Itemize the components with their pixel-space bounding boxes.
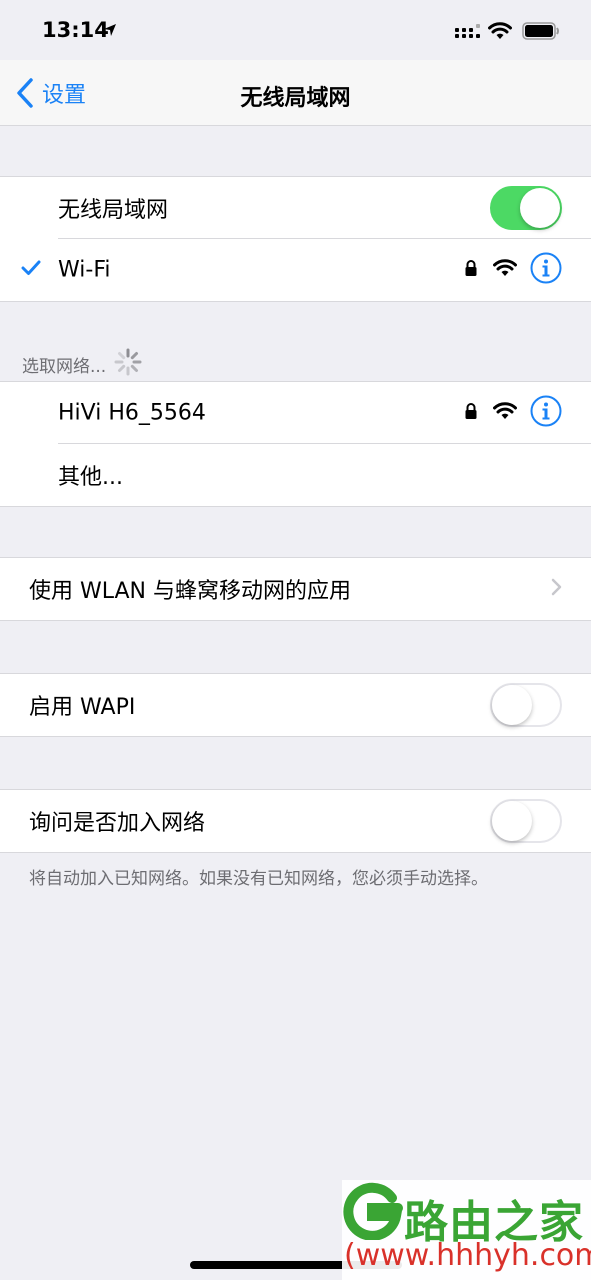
wapi-label: 启用 WAPI [29,695,136,720]
toggle-knob [492,801,532,841]
ask-join-row: 询问是否加入网络 [0,790,591,852]
cellular-signal-icon [455,24,481,44]
location-arrow-icon [103,22,117,41]
wapi-row: 启用 WAPI [0,674,591,736]
chevron-right-icon [551,578,562,600]
spinner-icon [114,348,142,381]
battery-icon [522,22,560,44]
connected-network-name: Wi-Fi [58,257,111,283]
wlan-toggle-row: 无线局域网 [0,177,591,239]
connected-network-row[interactable]: Wi-Fi [0,239,591,301]
other-network-label: 其他... [58,465,123,490]
ask-join-toggle[interactable] [490,799,562,843]
apps-row-label: 使用 WLAN 与蜂窝移动网的应用 [29,579,352,604]
lock-icon [464,402,478,424]
wapi-toggle[interactable] [490,683,562,727]
info-icon[interactable] [530,395,562,431]
ask-join-group: 询问是否加入网络 [0,789,591,853]
wifi-signal-icon [493,259,517,281]
toggle-knob [520,188,560,228]
navigation-bar: 设置 无线局域网 [0,60,591,126]
wifi-status-icon [488,22,512,44]
network-name: HiVi H6_5564 [58,400,206,426]
wlan-toggle-label: 无线局域网 [58,198,169,223]
watermark-url: (www.hhhyh.com) [344,1238,591,1273]
info-icon[interactable] [530,252,562,288]
network-row[interactable]: HiVi H6_5564 [0,382,591,444]
apps-row[interactable]: 使用 WLAN 与蜂窝移动网的应用 [0,558,591,620]
network-list-group: HiVi H6_5564 其他... [0,381,591,507]
ask-join-label: 询问是否加入网络 [29,811,206,836]
choose-network-header-label: 选取网络... [22,357,107,377]
apps-group: 使用 WLAN 与蜂窝移动网的应用 [0,557,591,621]
page-title: 无线局域网 [240,86,351,111]
choose-network-header: 选取网络... [22,348,142,381]
status-time: 13:14 [42,18,109,42]
watermark-logo-icon [342,1180,404,1244]
status-bar: 13:14 [0,0,591,60]
ask-join-footer: 将自动加入已知网络。如果没有已知网络，您必须手动选择。 [29,869,488,889]
watermark: 路由之家 (www.hhhyh.com) [342,1180,591,1280]
other-network-row[interactable]: 其他... [0,444,591,506]
wapi-group: 启用 WAPI [0,673,591,737]
checkmark-icon [21,260,41,280]
wlan-group: 无线局域网 Wi-Fi [0,176,591,302]
lock-icon [464,259,478,281]
wlan-toggle[interactable] [490,186,562,230]
wifi-signal-icon [493,402,517,424]
toggle-knob [492,685,532,725]
